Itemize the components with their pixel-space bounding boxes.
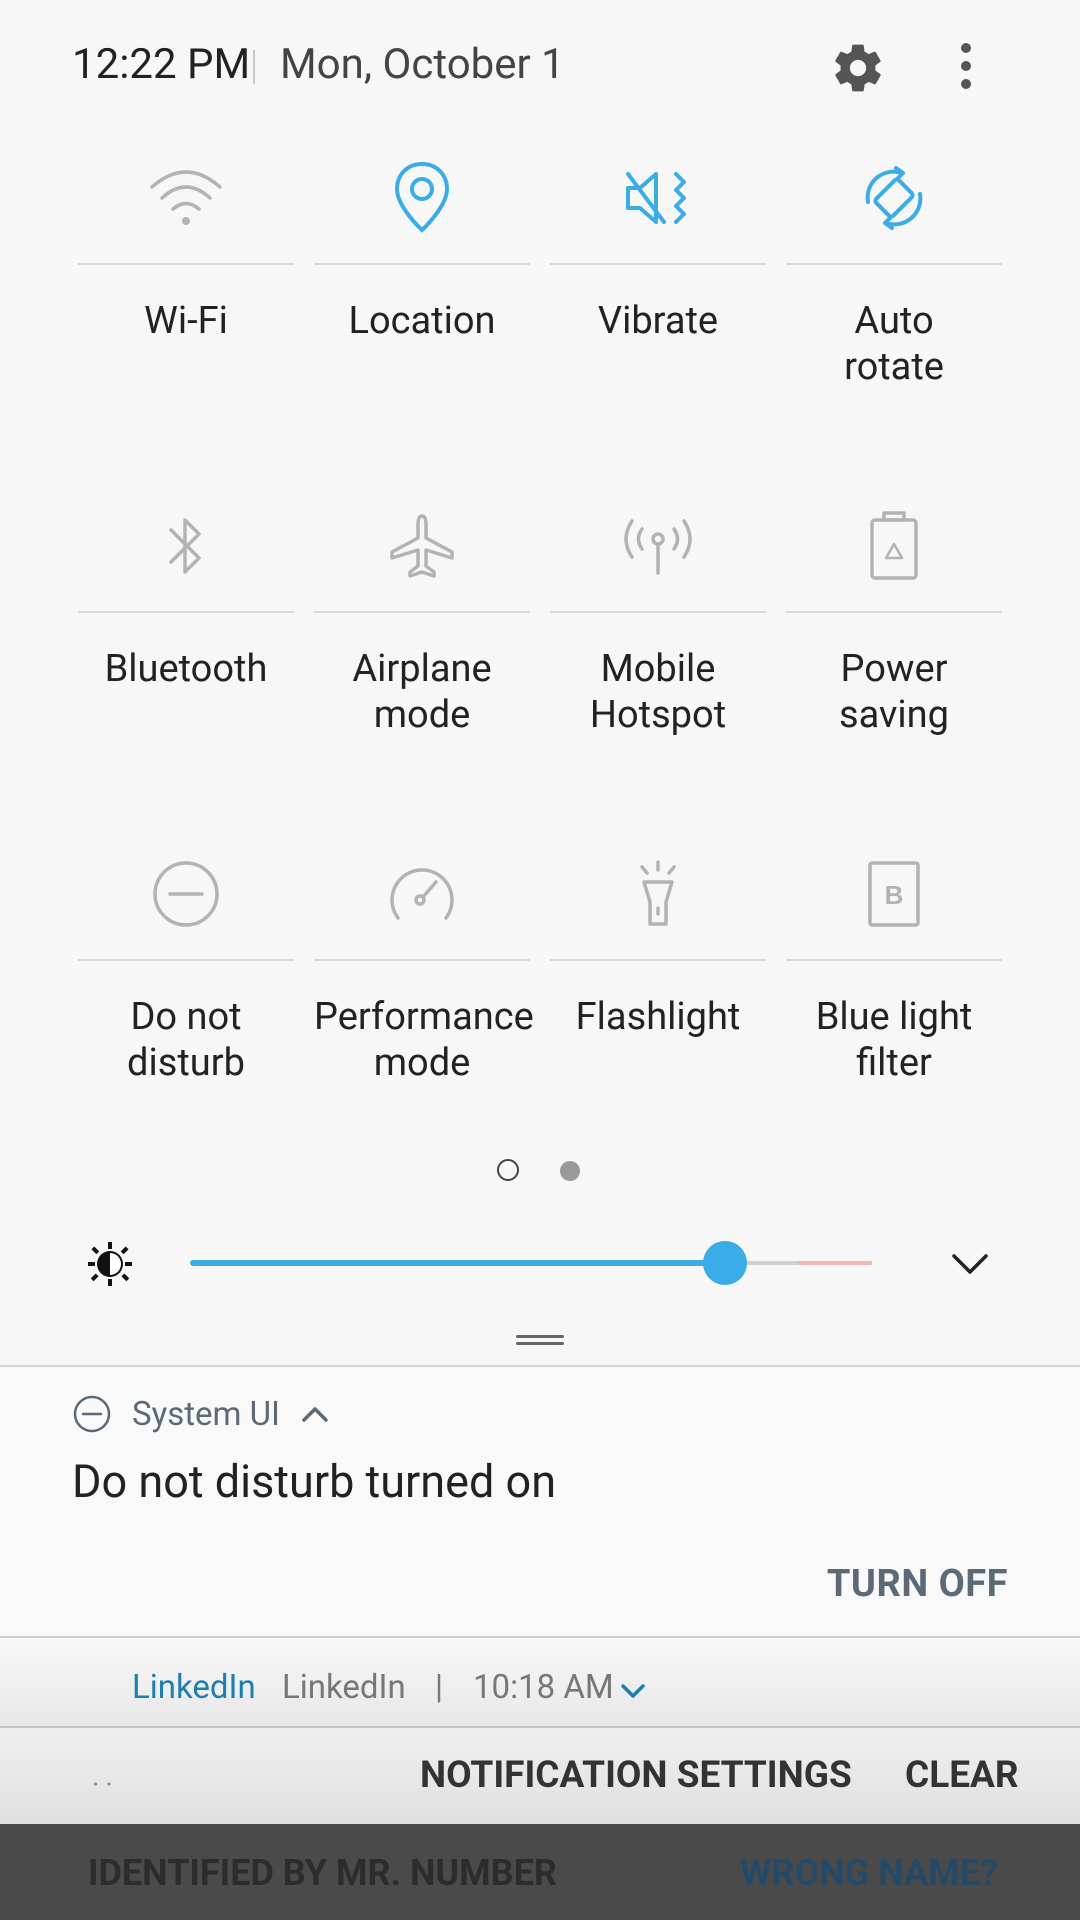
tile-label: Flashlight bbox=[575, 995, 741, 1039]
battery-recycle-icon bbox=[844, 496, 944, 596]
auto-rotate-icon bbox=[844, 148, 944, 248]
more-vertical-icon[interactable] bbox=[950, 38, 982, 98]
wrong-name-link[interactable]: WRONG NAME? bbox=[740, 1852, 998, 1894]
tile-divider bbox=[314, 611, 530, 613]
tile-label: Vibrate bbox=[597, 299, 719, 343]
tile-bluetooth[interactable]: Bluetooth bbox=[78, 496, 294, 826]
tile-divider bbox=[78, 959, 294, 961]
notification-title: Do not disturb turned on bbox=[72, 1455, 557, 1508]
brightness-slider-rest bbox=[725, 1261, 872, 1265]
do-not-disturb-icon bbox=[73, 1395, 111, 1433]
tile-divider bbox=[550, 263, 766, 265]
notification-footer: ·· NOTIFICATION SETTINGS CLEAR bbox=[0, 1728, 1080, 1824]
notification-title: LinkedIn bbox=[282, 1668, 406, 1707]
tile-vibrate[interactable]: Vibrate bbox=[550, 148, 766, 478]
tile-label: Bluetooth bbox=[104, 647, 268, 691]
page-indicator bbox=[0, 1157, 1080, 1187]
more-notifications-indicator: ·· bbox=[92, 1768, 119, 1801]
notification-app-name: LinkedIn bbox=[132, 1668, 256, 1707]
tile-divider bbox=[550, 611, 766, 613]
chevron-up-icon[interactable] bbox=[300, 1403, 330, 1425]
tile-performance-mode[interactable]: Performance mode bbox=[314, 844, 534, 1174]
chevron-down-icon[interactable] bbox=[620, 1682, 646, 1700]
tile-divider bbox=[314, 959, 530, 961]
tile-mobile-hotspot[interactable]: Mobile Hotspot bbox=[550, 496, 766, 826]
bluetooth-icon bbox=[136, 496, 236, 596]
notification-settings-button[interactable]: NOTIFICATION SETTINGS bbox=[420, 1754, 852, 1797]
tile-label: Wi-Fi bbox=[144, 299, 228, 343]
tile-do-not-disturb[interactable]: Do not disturb bbox=[78, 844, 294, 1174]
brightness-slider-fill bbox=[190, 1260, 725, 1266]
clear-button[interactable]: CLEAR bbox=[905, 1754, 1019, 1797]
tile-divider bbox=[786, 611, 1002, 613]
airplane-icon bbox=[372, 496, 472, 596]
tile-label: Performance mode bbox=[314, 995, 534, 1085]
speedometer-icon bbox=[372, 844, 472, 944]
tile-divider bbox=[786, 263, 1002, 265]
location-pin-icon bbox=[372, 148, 472, 248]
tile-divider bbox=[78, 263, 294, 265]
clock: 12:22 PM bbox=[72, 40, 251, 89]
svg-text:B: B bbox=[885, 880, 904, 910]
notification-app-name: System UI bbox=[132, 1395, 281, 1434]
tile-divider bbox=[550, 959, 766, 961]
date[interactable]: Mon, October 1 bbox=[280, 40, 565, 89]
chevron-down-icon[interactable] bbox=[950, 1250, 990, 1278]
gear-icon[interactable] bbox=[830, 40, 886, 96]
tile-label: Do not disturb bbox=[127, 995, 245, 1085]
tile-label: Mobile Hotspot bbox=[589, 647, 727, 737]
do-not-disturb-icon bbox=[136, 844, 236, 944]
blue-light-filter-icon: B bbox=[844, 844, 944, 944]
notification-card[interactable]: System UI Do not disturb turned on TURN … bbox=[0, 1367, 1080, 1637]
brightness-slider-thumb[interactable] bbox=[703, 1241, 747, 1285]
tile-divider bbox=[786, 959, 1002, 961]
separator: | bbox=[435, 1668, 444, 1707]
tile-wifi[interactable]: Wi-Fi bbox=[78, 148, 294, 478]
wifi-icon bbox=[136, 148, 236, 248]
linkedin-notification[interactable]: LinkedIn LinkedIn | 10:18 AM bbox=[0, 1638, 1080, 1728]
tile-divider bbox=[314, 263, 530, 265]
tile-divider bbox=[78, 611, 294, 613]
tile-power-saving[interactable]: Power saving bbox=[786, 496, 1002, 826]
tile-label: Power saving bbox=[839, 647, 949, 737]
tile-label: Blue light filter bbox=[815, 995, 973, 1085]
tile-label: Airplane mode bbox=[352, 647, 492, 737]
tile-flashlight[interactable]: Flashlight bbox=[550, 844, 766, 1174]
header-divider bbox=[253, 50, 255, 84]
turn-off-button[interactable]: TURN OFF bbox=[827, 1562, 1008, 1606]
tile-airplane-mode[interactable]: Airplane mode bbox=[314, 496, 530, 826]
tile-location[interactable]: Location bbox=[314, 148, 530, 478]
brightness-icon[interactable] bbox=[86, 1240, 134, 1288]
brightness-slider-track[interactable] bbox=[190, 1260, 872, 1266]
tile-blue-light-filter[interactable]: B Blue light filter bbox=[786, 844, 1002, 1174]
background-app-content: IDENTIFIED BY MR. NUMBER WRONG NAME? bbox=[0, 1824, 1080, 1920]
page-dot[interactable] bbox=[560, 1161, 580, 1181]
flashlight-icon bbox=[608, 844, 708, 944]
hotspot-icon bbox=[608, 496, 708, 596]
tile-auto-rotate[interactable]: Auto rotate bbox=[786, 148, 1002, 478]
tile-label: Auto rotate bbox=[844, 299, 944, 389]
page-dot-current[interactable] bbox=[497, 1159, 519, 1181]
panel-drag-handle[interactable] bbox=[516, 1335, 564, 1345]
tile-label: Location bbox=[348, 299, 496, 343]
status-header: 12:22 PM Mon, October 1 bbox=[0, 0, 1080, 130]
notification-time: 10:18 AM bbox=[473, 1668, 614, 1707]
vibrate-icon bbox=[608, 148, 708, 248]
identified-by-text: IDENTIFIED BY MR. NUMBER bbox=[88, 1852, 557, 1894]
